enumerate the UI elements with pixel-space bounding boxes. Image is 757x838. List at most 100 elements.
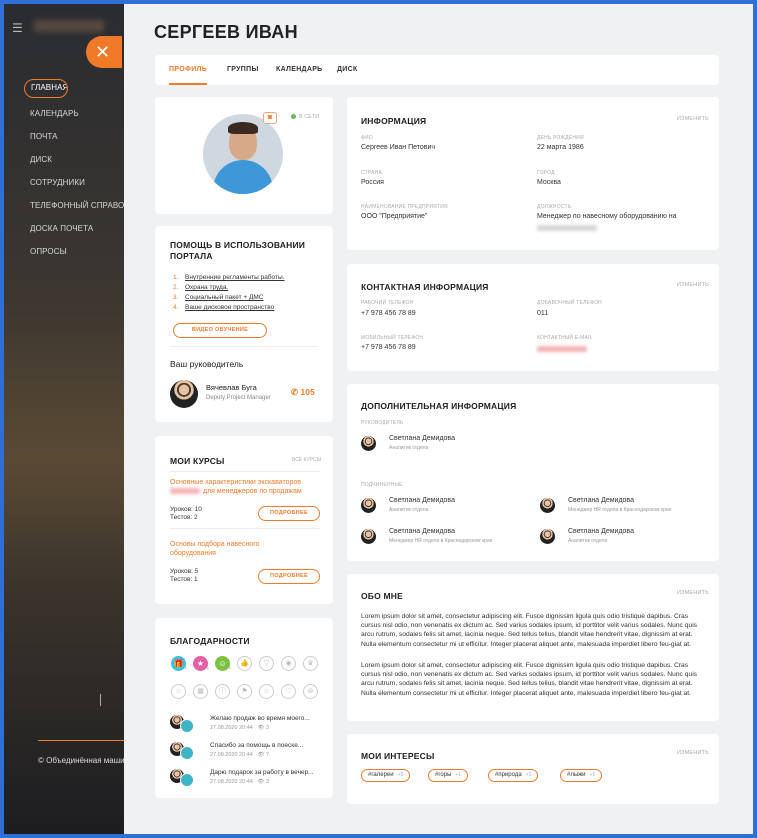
subordinate-person[interactable]: Светлана Демидова Менеджер HR отдела в Кр…: [540, 496, 710, 516]
tab-profile[interactable]: ПРОФИЛЬ: [169, 55, 208, 85]
video-training-button[interactable]: ВИДЕО ОБУЧЕНИЕ: [173, 323, 267, 338]
manager-heading: Ваш руководитель: [170, 359, 244, 369]
info-title: ИНФОРМАЦИЯ: [361, 116, 427, 126]
cup-icon[interactable]: ▽: [259, 656, 274, 671]
chat-icon[interactable]: ⊜: [303, 684, 318, 699]
heart-icon[interactable]: ♡: [281, 684, 296, 699]
contacts-title: КОНТАКТНАЯ ИНФОРМАЦИЯ: [361, 282, 489, 292]
course-2-meta: Уроков: 5 Тестов: 1: [170, 568, 199, 583]
subordinates-label: ПОДЧИНЕННЫЕ: [361, 482, 403, 488]
medal-icon[interactable]: ★ 1: [193, 656, 209, 671]
copyright: © Объединённая маши: [38, 756, 125, 765]
contacts-card: КОНТАКТНАЯ ИНФОРМАЦИЯ ИЗМЕНИТЬ РАБОЧИЙ Т…: [347, 264, 719, 371]
tab-disk[interactable]: ДИСК: [337, 55, 358, 85]
info-edit-link[interactable]: ИЗМЕНИТЬ: [677, 116, 709, 122]
sidebar-item-disk[interactable]: ДИСК: [24, 148, 124, 171]
courses-title: МОИ КУРСЫ: [170, 456, 225, 466]
eye-icon: 👁: [257, 752, 265, 758]
position-label: ДОЛЖНОСТЬ: [537, 204, 572, 210]
info-icon[interactable]: ⓘ: [215, 684, 230, 699]
courses-card: МОИ КУРСЫ ВСЕ КУРСЫ Основные характерист…: [155, 436, 333, 604]
crown-icon[interactable]: ♛: [303, 656, 318, 671]
fio-value: Сергеев Иван Петович: [361, 144, 436, 151]
close-sidebar-button[interactable]: ✕: [86, 36, 122, 68]
extra-info-card: ДОПОЛНИТЕЛЬНАЯ ИНФОРМАЦИЯ РУКОВОДИТЕЛЬ С…: [347, 384, 719, 561]
help-link-1[interactable]: 1. Внутренние регламенты работы.: [173, 274, 285, 281]
profile-photo-card: ◙ В СЕТИ: [155, 97, 333, 214]
camera-icon[interactable]: ◙: [263, 112, 277, 124]
manager-phone-ext[interactable]: ✆ 105: [291, 387, 315, 398]
sidebar: ☰ ✕ ГЛАВНАЯ КАЛЕНДАРЬ ПОЧТА ДИСК СОТРУДН…: [4, 4, 125, 834]
thumbs-up-icon[interactable]: 👍: [237, 656, 252, 671]
all-courses-link[interactable]: ВСЕ КУРСЫ: [292, 457, 321, 463]
course-1-title[interactable]: Основные характеристики экскаваторов для …: [170, 478, 302, 496]
work-phone-label: РАБОЧИЙ ТЕЛЕФОН: [361, 300, 414, 306]
about-edit-link[interactable]: ИЗМЕНИТЬ: [677, 590, 709, 596]
interest-tag[interactable]: #горы +1: [428, 769, 469, 782]
email-value-blurred[interactable]: [537, 346, 587, 352]
thanks-item[interactable]: Спасибо за помощь в поеске... 27.08.2020…: [170, 740, 330, 762]
interests-title: МОИ ИНТЕРЕСЫ: [361, 751, 435, 761]
subordinate-person[interactable]: Светлана Демидова Аналитик отдела: [540, 527, 710, 547]
course-1-details-button[interactable]: ПОДРОБНЕЕ: [258, 506, 320, 521]
page-title: СЕРГЕЕВ ИВАН: [154, 22, 298, 42]
interests-edit-link[interactable]: ИЗМЕНИТЬ: [677, 750, 709, 756]
interest-tag[interactable]: #лыжи +1: [560, 769, 603, 782]
subordinate-person[interactable]: Светлана Демидова Менеджер HR отдела в Кр…: [361, 527, 531, 547]
manager-name[interactable]: Вячевлав Буга: [206, 383, 257, 392]
help-title: ПОМОЩЬ В ИСПОЛЬЗОВАНИИ ПОРТАЛА: [170, 240, 306, 261]
about-title: ОБО МНЕ: [361, 591, 403, 601]
smile-icon[interactable]: ☺ 1: [215, 656, 231, 671]
divider: [100, 694, 101, 706]
email-label: КОНТАКТНЫЙ E-MAIL: [537, 335, 593, 341]
country-label: СТРАНА: [361, 170, 382, 176]
subordinate-person[interactable]: Светлана Демидова Аналитик отдела: [361, 496, 531, 516]
course-1-meta: Уроков: 10 Тестов: 2: [170, 506, 202, 521]
mobile-label: МОБИЛЬНЫЙ ТЕЛЕФОН: [361, 335, 424, 341]
gift-icon[interactable]: 🎁 1: [171, 656, 187, 671]
help-link-3[interactable]: 3. Социальный пакет + ДМС: [173, 294, 264, 301]
building-icon[interactable]: ▦: [193, 684, 208, 699]
profile-avatar: [203, 114, 283, 194]
app-window: ☰ ✕ ГЛАВНАЯ КАЛЕНДАРЬ ПОЧТА ДИСК СОТРУДН…: [4, 4, 753, 834]
sidebar-item-calendar[interactable]: КАЛЕНДАРЬ: [24, 102, 124, 125]
tab-groups[interactable]: ГРУППЫ: [227, 55, 259, 85]
award-icon[interactable]: ◉: [281, 656, 296, 671]
sidebar-item-main[interactable]: ГЛАВНАЯ: [24, 79, 68, 98]
thanks-title: БЛАГОДАРНОСТИ: [170, 636, 250, 646]
course-2-details-button[interactable]: ПОДРОБНЕЕ: [258, 569, 320, 584]
tab-calendar[interactable]: КАЛЕНДАРЬ: [276, 55, 323, 85]
manager-avatar[interactable]: [170, 380, 198, 408]
fio-label: ФИО: [361, 135, 373, 141]
sidebar-item-employees[interactable]: СОТРУДНИКИ: [24, 171, 124, 194]
mobile-value[interactable]: +7 978 456 78 89: [361, 344, 416, 351]
badge-icon: [180, 746, 194, 760]
eye-icon: 👁: [257, 779, 265, 785]
star-icon[interactable]: ☆: [259, 684, 274, 699]
help-link-2[interactable]: 2. Охрана труда.: [173, 284, 228, 291]
sidebar-item-honor-board[interactable]: ДОСКА ПОЧЕТА: [24, 217, 124, 240]
avatar: [540, 529, 555, 544]
contacts-edit-link[interactable]: ИЗМЕНИТЬ: [677, 282, 709, 288]
manager-label: РУКОВОДИТЕЛЬ: [361, 420, 404, 426]
avatar: [361, 498, 376, 513]
accent-divider: [38, 740, 124, 741]
menu-icon[interactable]: ☰: [12, 22, 24, 34]
work-phone-value[interactable]: +7 978 456 78 89: [361, 310, 416, 317]
thanks-item[interactable]: Дарю подарок за работу в вечер... 27.08.…: [170, 767, 330, 789]
sidebar-item-phonebook[interactable]: ТЕЛЕФОННЫЙ СПРАВОЧНИК: [24, 194, 124, 217]
trophy-icon[interactable]: ☆: [171, 684, 186, 699]
avatar: [361, 529, 376, 544]
interest-tag[interactable]: #природа +1: [488, 769, 539, 782]
manager-role: Deputy Project Manager: [206, 395, 271, 401]
help-link-4[interactable]: 4. Ваше дисковое пространство: [173, 304, 274, 311]
interest-tag[interactable]: #галереи +3: [361, 769, 411, 782]
manager-person[interactable]: Светлана Демидова Аналитик отдела: [361, 434, 531, 454]
sidebar-item-mail[interactable]: ПОЧТА: [24, 125, 124, 148]
sidebar-item-polls[interactable]: ОПРОСЫ: [24, 240, 124, 263]
course-2-title[interactable]: Основы подбора навесного оборудования: [170, 540, 260, 558]
flag-icon[interactable]: ⚑: [237, 684, 252, 699]
thanks-item[interactable]: Желаю продаж во время моего... 27.08.202…: [170, 713, 330, 735]
divider: [170, 346, 318, 347]
eye-icon: 👁: [257, 725, 265, 731]
